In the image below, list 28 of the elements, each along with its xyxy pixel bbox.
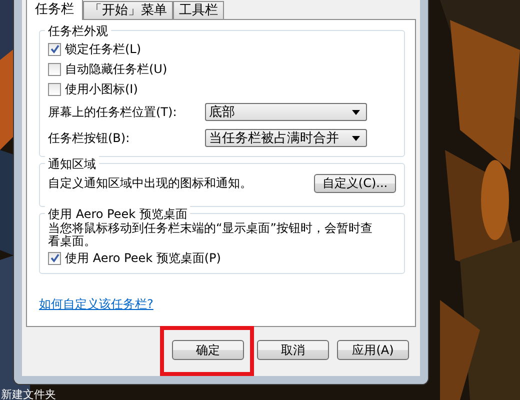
description-text: 自定义通知区域中出现的图标和通知。	[48, 175, 252, 192]
dropdown[interactable]: 底部	[205, 103, 367, 121]
dialog-button[interactable]: 取消	[257, 340, 329, 360]
group-title: 任务栏外观	[45, 23, 111, 39]
tab[interactable]: 工具栏	[173, 1, 224, 19]
caret-icon	[352, 136, 360, 140]
dialog-button[interactable]: 确定	[172, 340, 244, 360]
help-link[interactable]: 如何自定义该任务栏?	[39, 297, 154, 311]
tab[interactable]: 「开始」菜单	[83, 1, 173, 19]
checkbox-label: 使用 Aero Peek 预览桌面(P)	[65, 250, 221, 266]
checkbox-label: 锁定任务栏(L)	[65, 40, 142, 58]
checkbox[interactable]	[48, 82, 61, 96]
caret-icon	[352, 110, 360, 114]
checkbox[interactable]	[48, 42, 61, 56]
field-label: 任务栏按钮(B):	[48, 130, 131, 146]
checkbox-label: 自动隐藏任务栏(U)	[65, 60, 168, 78]
checkbox[interactable]	[48, 252, 61, 264]
checkbox[interactable]	[48, 62, 61, 76]
customize-button[interactable]: 自定义(C)...	[314, 174, 396, 193]
field-label: 屏幕上的任务栏位置(T):	[48, 104, 178, 120]
checkbox-label: 使用小图标(I)	[65, 80, 138, 98]
dropdown[interactable]: 当任务栏被占满时合并	[205, 129, 367, 147]
dialog-button[interactable]: 应用(A)	[337, 340, 409, 360]
desktop-icon-label[interactable]: 新建文件夹	[1, 388, 56, 400]
group-title: 通知区域	[45, 156, 99, 172]
group-title: 使用 Aero Peek 预览桌面	[45, 206, 190, 222]
description-text: 当您将鼠标移动到任务栏末端的“显示桌面”按钮时，会暂时查看桌面。	[48, 222, 374, 248]
tab[interactable]: 任务栏	[26, 0, 83, 20]
